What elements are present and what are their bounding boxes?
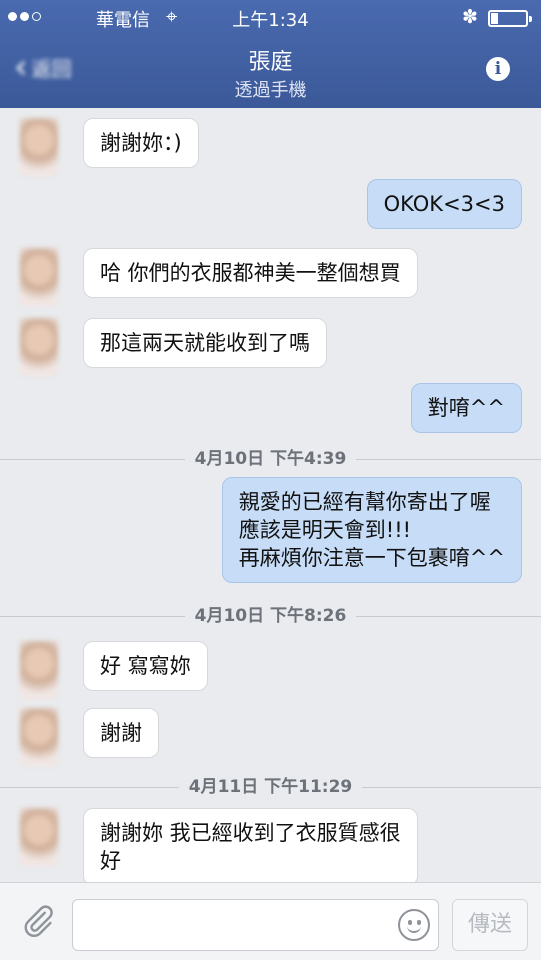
timestamp-label: 4月10日 下午8:26 [184,606,357,626]
timestamp-label: 4月11日 下午11:29 [178,777,363,797]
incoming-message[interactable]: 謝謝 [0,708,159,766]
emoji-icon[interactable] [398,909,430,941]
outgoing-message[interactable]: 對唷^^ [410,383,522,433]
avatar[interactable] [20,641,58,699]
attach-icon[interactable] [20,903,56,939]
composer-bar: 傳送 [0,882,541,960]
message-line: 應該是明天會到!!! [238,518,412,542]
message-bubble: 謝謝妳：) [83,118,199,168]
avatar[interactable] [20,248,58,306]
message-input[interactable] [72,899,439,951]
message-bubble: 那這兩天就能收到了嗎 [83,318,327,368]
date-separator: 4月10日 下午8:26 [0,605,541,627]
incoming-message[interactable]: 謝謝妳：) [0,118,199,176]
message-bubble: 謝謝妳 我已經收到了衣服質感很好 [83,808,418,882]
timestamp-label: 4月10日 下午4:39 [184,449,357,469]
incoming-message[interactable]: 哈 你們的衣服都神美一整個想買 [0,248,418,306]
incoming-message[interactable]: 那這兩天就能收到了嗎 [0,318,327,376]
date-separator: 4月10日 下午4:39 [0,448,541,470]
send-button[interactable]: 傳送 [452,899,528,951]
separator-text-wrap: 4月10日 下午4:39 [0,448,541,470]
separator-text-wrap: 4月10日 下午8:26 [0,605,541,627]
top-bar: 華電信 ⌖ 上午1:34 ✽ ‹ 返回 張庭 透過手機 i [0,0,541,108]
conversation-title: 張庭 [248,50,293,75]
outgoing-message[interactable]: 親愛的已經有幫你寄出了喔 應該是明天會到!!! 再麻煩你注意一下包裹唷^^ [221,477,522,583]
avatar[interactable] [20,318,58,376]
conversation-subtitle: 透過手機 [234,80,307,101]
message-line: 親愛的已經有幫你寄出了喔 [238,490,491,514]
message-line: 好 [100,849,121,873]
incoming-message[interactable]: 謝謝妳 我已經收到了衣服質感很好 [0,808,418,882]
message-bubble: 哈 你們的衣服都神美一整個想買 [83,248,418,298]
message-line: 謝謝妳 我已經收到了衣服質感很 [100,821,401,845]
avatar[interactable] [20,118,58,176]
date-separator: 4月11日 下午11:29 [0,776,541,798]
battery-icon [488,10,532,27]
bluetooth-icon: ✽ [462,6,478,28]
incoming-message[interactable]: 好 寫寫妳 [0,641,208,699]
message-bubble: OKOK<3<3 [366,179,522,229]
message-bubble: 對唷^^ [410,383,522,433]
status-time: 上午1:34 [232,10,309,31]
info-icon[interactable]: i [486,57,510,81]
message-thread[interactable]: 謝謝妳：) OKOK<3<3 哈 你們的衣服都神美一整個想買 那這兩天就能收到了嗎對唷… [0,108,541,882]
separator-text-wrap: 4月11日 下午11:29 [0,776,541,798]
avatar[interactable] [20,708,58,766]
message-bubble: 謝謝 [83,708,159,758]
message-line: 再麻煩你注意一下包裹唷^^ [238,546,505,570]
avatar[interactable] [20,808,58,866]
status-bar: 華電信 ⌖ 上午1:34 ✽ [0,0,541,34]
outgoing-message[interactable]: OKOK<3<3 [366,179,522,229]
message-bubble: 好 寫寫妳 [83,641,208,691]
message-bubble: 親愛的已經有幫你寄出了喔 應該是明天會到!!! 再麻煩你注意一下包裹唷^^ [221,477,522,583]
